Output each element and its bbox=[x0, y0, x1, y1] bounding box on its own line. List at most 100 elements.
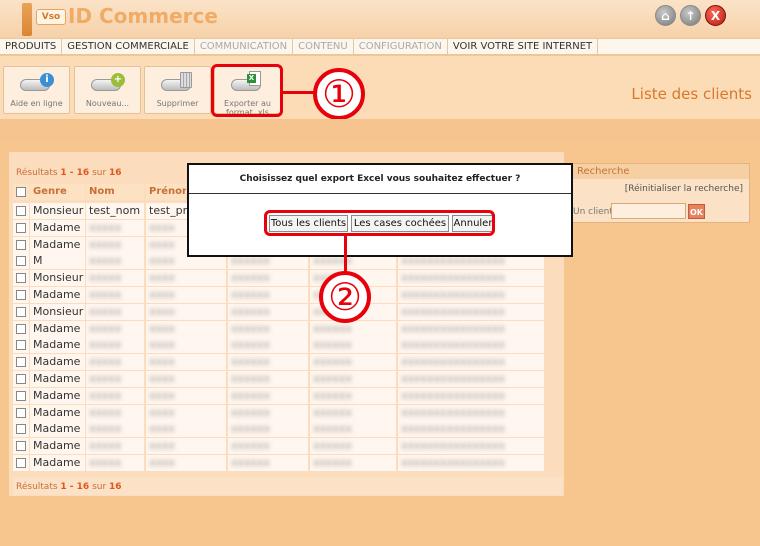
row-checkbox[interactable] bbox=[16, 458, 26, 468]
row-checkbox[interactable] bbox=[16, 374, 26, 384]
results-range: 1 - 16 bbox=[60, 482, 90, 492]
row-checkbox[interactable] bbox=[16, 206, 26, 216]
select-all-checkbox[interactable] bbox=[16, 187, 26, 197]
app-header: Vso ID Commerce ⌂ ↑ X bbox=[0, 0, 760, 38]
row-checkbox[interactable] bbox=[16, 256, 26, 266]
row-checkbox[interactable] bbox=[16, 324, 26, 334]
cell-redacted: xxxxxx bbox=[310, 405, 396, 421]
cell-prenom: xxxx bbox=[146, 405, 226, 421]
cell-redacted: xxxxxx bbox=[310, 438, 396, 454]
cell-genre: Madame bbox=[30, 287, 85, 303]
row-checkbox[interactable] bbox=[16, 290, 26, 300]
row-checkbox[interactable] bbox=[16, 441, 26, 451]
menu-item-communication[interactable]: COMMUNICATION bbox=[195, 39, 294, 54]
row-checkbox[interactable] bbox=[16, 391, 26, 401]
cell-redacted: xxxxxx bbox=[228, 304, 308, 320]
column-nom[interactable]: Nom bbox=[86, 184, 144, 200]
row-checkbox-cell bbox=[13, 388, 29, 404]
cell-genre: Monsieur bbox=[30, 203, 85, 219]
help-button[interactable]: i Aide en ligne bbox=[3, 66, 70, 114]
cell-prenom: xxxx bbox=[146, 438, 226, 454]
cell-redacted: xxxxxx bbox=[228, 438, 308, 454]
cell-prenom: xxxx bbox=[146, 455, 226, 471]
new-button[interactable]: + Nouveau... bbox=[74, 66, 141, 114]
column-genre[interactable]: Genre bbox=[30, 184, 85, 200]
cell-redacted: xxxxxx bbox=[228, 354, 308, 370]
row-checkbox-cell bbox=[13, 253, 29, 269]
cell-redacted: xxxxxx bbox=[228, 371, 308, 387]
row-checkbox[interactable] bbox=[16, 408, 26, 418]
home-icon[interactable]: ⌂ bbox=[655, 5, 676, 26]
row-checkbox-cell bbox=[13, 337, 29, 353]
search-ok-button[interactable]: OK bbox=[688, 204, 705, 219]
results-prefix: Résultats bbox=[16, 168, 61, 178]
row-checkbox-cell bbox=[13, 354, 29, 370]
reset-search-link[interactable]: [Réinitialiser la recherche] bbox=[625, 184, 743, 194]
row-checkbox[interactable] bbox=[16, 424, 26, 434]
cell-prenom: xxxx bbox=[146, 371, 226, 387]
cell-nom: xxxxx bbox=[86, 304, 144, 320]
callout-number-1: ① bbox=[313, 68, 365, 120]
menu-item-gestion-commerciale[interactable]: GESTION COMMERCIALE bbox=[62, 39, 195, 54]
cell-redacted: xxxxxx bbox=[310, 371, 396, 387]
cell-redacted: xxxxxxxxxxxxxxxx bbox=[398, 337, 544, 353]
cell-prenom: xxxx bbox=[146, 321, 226, 337]
help-label: Aide en ligne bbox=[10, 99, 63, 108]
results-total: 16 bbox=[109, 482, 122, 492]
cell-redacted: xxxxxx bbox=[310, 421, 396, 437]
dialog-title: Choisissez quel export Excel vous souhai… bbox=[189, 165, 571, 194]
menu-item-contenu[interactable]: CONTENU bbox=[293, 39, 354, 54]
callout-connector-2 bbox=[344, 236, 347, 272]
cell-redacted: xxxxxx bbox=[228, 270, 308, 286]
cell-redacted: xxxxxxxxxxxxxxxx bbox=[398, 388, 544, 404]
cell-redacted: xxxxxx bbox=[228, 455, 308, 471]
row-checkbox[interactable] bbox=[16, 223, 26, 233]
results-count-bottom: Résultats 1 - 16 sur 16 bbox=[16, 482, 122, 492]
row-checkbox[interactable] bbox=[16, 273, 26, 283]
cell-genre: Madame bbox=[30, 337, 85, 353]
client-search-input[interactable] bbox=[611, 203, 686, 219]
row-checkbox[interactable] bbox=[16, 357, 26, 367]
row-checkbox-cell bbox=[13, 220, 29, 236]
column-prenom[interactable]: Prénom bbox=[146, 184, 186, 200]
cell-nom: xxxxx bbox=[86, 371, 144, 387]
cell-nom: test_nom bbox=[86, 203, 144, 219]
close-icon[interactable]: X bbox=[705, 5, 726, 26]
row-checkbox[interactable] bbox=[16, 240, 26, 250]
help-icon: i bbox=[20, 73, 54, 95]
results-range: 1 - 16 bbox=[60, 168, 90, 178]
cell-genre: Monsieur bbox=[30, 304, 85, 320]
page-title: Liste des clients bbox=[631, 85, 752, 103]
cell-prenom: xxxx bbox=[146, 270, 226, 286]
search-title: Recherche bbox=[573, 164, 749, 179]
row-checkbox[interactable] bbox=[16, 307, 26, 317]
cell-prenom: xxxx bbox=[146, 304, 226, 320]
search-panel: Recherche [Réinitialiser la recherche] U… bbox=[572, 163, 750, 223]
cell-redacted: xxxxxx bbox=[310, 337, 396, 353]
cell-genre: Madame bbox=[30, 321, 85, 337]
cell-prenom: xxxx bbox=[146, 421, 226, 437]
cell-redacted: xxxxxxxxxxxxxxxx bbox=[398, 438, 544, 454]
cell-nom: xxxxx bbox=[86, 270, 144, 286]
callout-frame-dialog-buttons bbox=[264, 210, 495, 236]
cell-redacted: xxxxxx bbox=[228, 321, 308, 337]
callout-connector-1 bbox=[283, 91, 315, 94]
menu-item-configuration[interactable]: CONFIGURATION bbox=[354, 39, 448, 54]
cell-prenom: xxxx bbox=[146, 287, 226, 303]
cell-redacted: xxxxxxxxxxxxxxxx bbox=[398, 405, 544, 421]
cell-genre: Madame bbox=[30, 220, 85, 236]
cell-redacted: xxxxxx bbox=[228, 405, 308, 421]
cell-nom: xxxxx bbox=[86, 421, 144, 437]
cell-redacted: xxxxxx bbox=[228, 337, 308, 353]
cell-redacted: xxxxxxxxxxxxxxxx bbox=[398, 455, 544, 471]
row-checkbox-cell bbox=[13, 438, 29, 454]
menu-item-voir-site[interactable]: VOIR VOTRE SITE INTERNET bbox=[448, 39, 599, 54]
cell-nom: xxxxx bbox=[86, 354, 144, 370]
cell-prenom: xxxx bbox=[146, 337, 226, 353]
callout-frame-export bbox=[211, 64, 283, 117]
delete-button[interactable]: Supprimer bbox=[144, 66, 211, 114]
row-checkbox[interactable] bbox=[16, 340, 26, 350]
app-title: ID Commerce bbox=[68, 4, 218, 28]
info-icon[interactable]: ↑ bbox=[680, 5, 701, 26]
menu-item-produits[interactable]: PRODUITS bbox=[0, 39, 63, 54]
